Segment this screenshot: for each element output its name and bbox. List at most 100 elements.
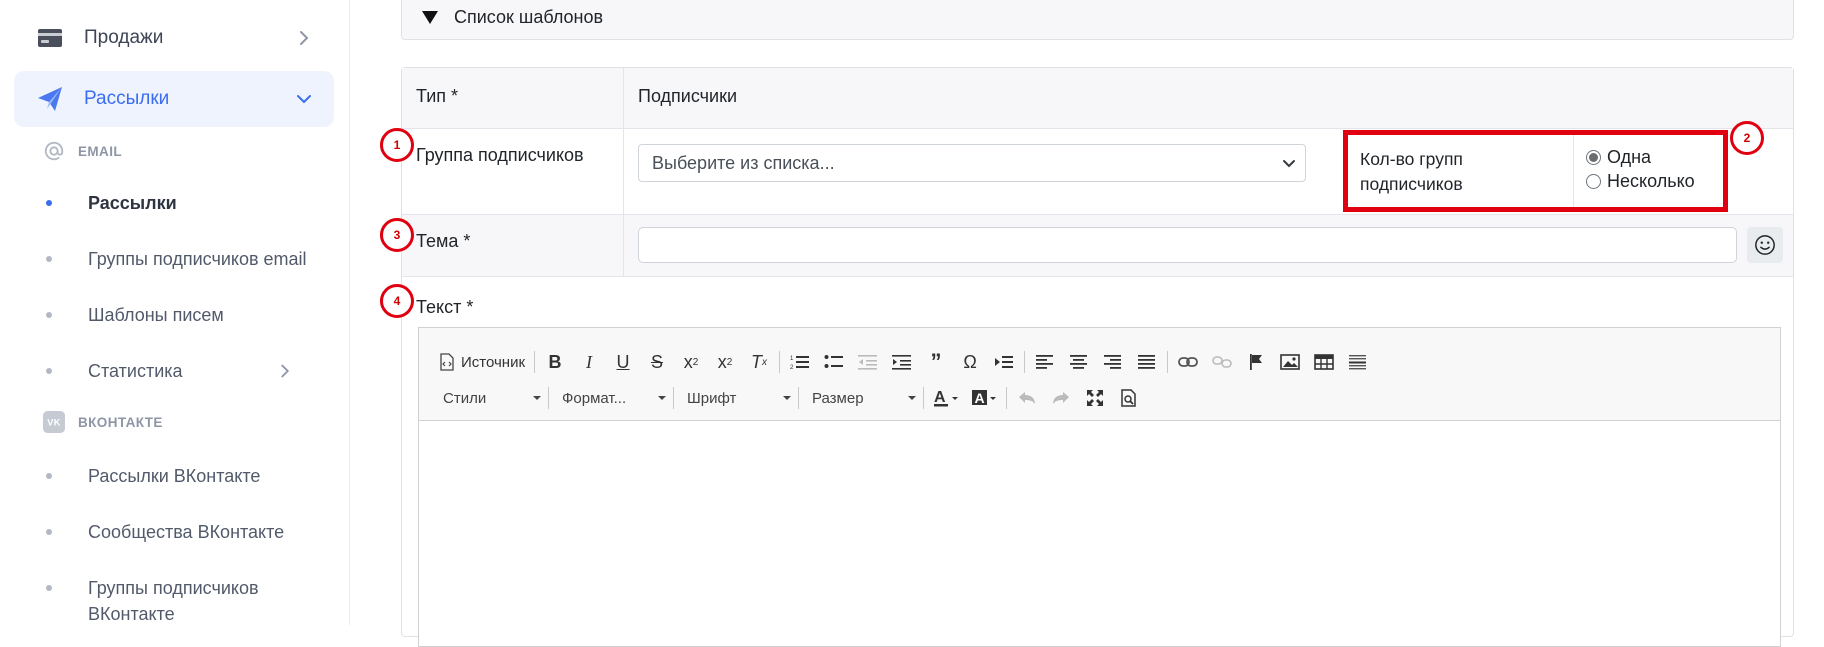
at-icon	[42, 139, 66, 163]
vk-icon: VK	[42, 410, 66, 434]
subject-input[interactable]	[638, 227, 1737, 263]
sidebar-subitem-label: Группы подписчиков ВКонтакте	[88, 578, 259, 624]
align-justify-icon[interactable]	[1130, 347, 1164, 377]
badge-number: 3	[393, 228, 401, 242]
sidebar-subitem-email-groups[interactable]: Группы подписчиков email	[44, 246, 334, 272]
sidebar-item-label: Рассылки	[84, 88, 170, 109]
bullet	[46, 256, 52, 262]
separator	[673, 387, 674, 409]
svg-text:VK: VK	[47, 418, 60, 428]
align-center-icon[interactable]	[1062, 347, 1096, 377]
sidebar-subitem-label: Рассылки ВКонтакте	[88, 466, 261, 486]
form-row-subject: Тема *	[402, 215, 1793, 277]
sidebar-subitem-templates[interactable]: Шаблоны писем	[44, 302, 334, 328]
remove-format-icon[interactable]: Tx	[742, 347, 776, 377]
separator	[534, 351, 536, 373]
editor-toolbar: Источник B I U S x2 x2 Tx 12 ” Ω Стили Ф…	[419, 328, 1780, 421]
bold-icon[interactable]: B	[538, 347, 572, 377]
insert-block-icon[interactable]	[987, 347, 1021, 377]
form-row-type: Тип * Подписчики	[402, 68, 1793, 129]
background-color-icon[interactable]: A	[965, 383, 1003, 413]
sidebar-subitem-vk-communities[interactable]: Сообщества ВКонтакте	[44, 519, 334, 545]
sidebar-subitem-label: Группы подписчиков email	[88, 249, 307, 269]
sidebar-subitem-vk-groups[interactable]: Группы подписчиков ВКонтакте	[44, 575, 314, 627]
sidebar-subitem-label: Шаблоны писем	[88, 305, 224, 325]
align-left-icon[interactable]	[1028, 347, 1062, 377]
paper-plane-icon	[36, 85, 64, 113]
divider	[1573, 135, 1574, 207]
radio-label: Несколько	[1607, 171, 1695, 191]
superscript-icon[interactable]: x2	[708, 347, 742, 377]
strikethrough-icon[interactable]: S	[640, 347, 674, 377]
bullet	[46, 585, 52, 591]
link-icon[interactable]	[1171, 347, 1205, 377]
indent-icon[interactable]	[885, 347, 919, 377]
align-right-icon[interactable]	[1096, 347, 1130, 377]
radio-one[interactable]: Одна	[1586, 147, 1651, 168]
redo-icon[interactable]	[1044, 383, 1078, 413]
radio-circle[interactable]	[1586, 150, 1601, 165]
size-combo[interactable]: Размер	[802, 383, 920, 413]
sidebar-item-label: Продажи	[84, 27, 164, 48]
caret-down-icon	[783, 396, 791, 400]
combo-label: Формат...	[562, 389, 627, 407]
editor-content-area[interactable]	[419, 421, 1780, 646]
emoji-button[interactable]	[1747, 227, 1783, 263]
sidebar-item-sales[interactable]: Продажи	[14, 10, 334, 66]
svg-text:1: 1	[790, 356, 794, 362]
rich-text-editor: Источник B I U S x2 x2 Tx 12 ” Ω Стили Ф…	[418, 327, 1781, 647]
radio-label: Одна	[1607, 147, 1652, 167]
anchor-flag-icon[interactable]	[1239, 347, 1273, 377]
image-icon[interactable]	[1273, 347, 1307, 377]
chevron-right-icon	[281, 364, 290, 378]
sidebar-subitem-label: Сообщества ВКонтакте	[88, 522, 285, 542]
group-count-label: Кол-во групп подписчиков	[1360, 149, 1463, 194]
table-icon[interactable]	[1307, 347, 1341, 377]
annotation-badge-3: 3	[380, 218, 414, 252]
svg-text:2: 2	[790, 365, 794, 371]
toolbar-row-2: Стили Формат... Шрифт Размер A A	[433, 383, 1146, 413]
sidebar-subitem-label: Статистика	[88, 361, 183, 381]
maximize-icon[interactable]	[1078, 383, 1112, 413]
special-char-icon[interactable]: Ω	[953, 347, 987, 377]
annotation-badge-2: 2	[1730, 121, 1764, 155]
bulleted-list-icon[interactable]	[817, 347, 851, 377]
sidebar-subitem-vk-mailings[interactable]: Рассылки ВКонтакте	[44, 463, 334, 489]
separator	[798, 387, 799, 409]
bullet	[46, 368, 52, 374]
smiley-icon	[1755, 235, 1775, 255]
separator	[1024, 351, 1026, 373]
preview-icon[interactable]	[1112, 383, 1146, 413]
label-cell	[402, 129, 624, 214]
source-icon	[440, 353, 454, 371]
italic-icon[interactable]: I	[572, 347, 606, 377]
unlink-icon[interactable]	[1205, 347, 1239, 377]
separator	[1006, 387, 1007, 409]
sidebar-subitem-mailings[interactable]: Рассылки	[44, 190, 334, 216]
underline-icon[interactable]: U	[606, 347, 640, 377]
text-color-icon[interactable]: A	[927, 383, 965, 413]
section-label: EMAIL	[78, 143, 122, 159]
type-label: Тип *	[416, 86, 459, 106]
svg-text:A: A	[975, 390, 985, 406]
templates-list-toggle[interactable]: Список шаблонов	[401, 0, 1794, 40]
sidebar-subitem-statistics[interactable]: Статистика	[44, 358, 334, 384]
group-select-value: Выберите из списка...	[652, 152, 835, 173]
horizontal-rule-icon[interactable]	[1341, 347, 1375, 377]
radio-circle[interactable]	[1586, 174, 1601, 189]
source-button[interactable]: Источник	[433, 347, 531, 377]
subscript-icon[interactable]: x2	[674, 347, 708, 377]
format-combo[interactable]: Формат...	[552, 383, 670, 413]
group-select[interactable]: Выберите из списка...	[638, 144, 1306, 182]
undo-icon[interactable]	[1010, 383, 1044, 413]
font-combo[interactable]: Шрифт	[677, 383, 795, 413]
numbered-list-icon[interactable]: 12	[783, 347, 817, 377]
styles-combo[interactable]: Стили	[433, 383, 545, 413]
outdent-icon[interactable]	[851, 347, 885, 377]
separator	[1167, 351, 1169, 373]
sidebar-item-mailings[interactable]: Рассылки	[14, 71, 334, 127]
combo-label: Размер	[812, 389, 864, 407]
blockquote-icon[interactable]: ”	[919, 347, 953, 377]
radio-several[interactable]: Несколько	[1586, 171, 1695, 192]
form-row-group: Группа подписчиков Выберите из списка...…	[402, 129, 1793, 215]
